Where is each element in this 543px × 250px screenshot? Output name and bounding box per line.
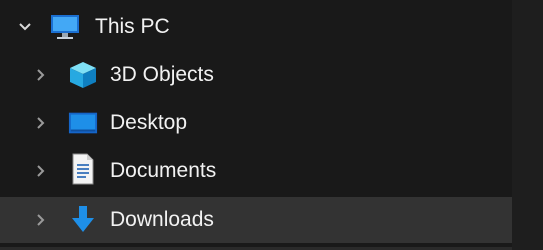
desktop-icon <box>68 108 98 138</box>
tree-item-desktop[interactable]: Desktop <box>0 100 512 146</box>
tree-item-label: Downloads <box>110 208 214 231</box>
tree-item-label: Documents <box>110 159 217 182</box>
tree-item-downloads[interactable]: Downloads <box>0 197 512 243</box>
tree-item-3d-objects[interactable]: 3D Objects <box>0 52 512 98</box>
chevron-right-icon[interactable] <box>32 162 50 180</box>
tree-item-label: Desktop <box>110 111 188 134</box>
downloads-icon <box>68 204 98 234</box>
tree-item-documents[interactable]: Documents <box>0 148 512 194</box>
chevron-right-icon[interactable] <box>32 211 50 229</box>
chevron-right-icon[interactable] <box>32 66 50 84</box>
chevron-down-icon[interactable] <box>16 18 34 36</box>
chevron-right-icon[interactable] <box>32 114 50 132</box>
tree-item-label: 3D Objects <box>110 63 214 86</box>
navigation-pane: This PC 3D Objects Desktop Documents Dow… <box>0 0 543 250</box>
tree-item-this-pc[interactable]: This PC <box>0 4 512 50</box>
3d-objects-icon <box>68 60 98 90</box>
tree-item-label: This PC <box>95 15 170 38</box>
scrollbar-track[interactable] <box>512 0 543 250</box>
this-pc-icon <box>50 12 80 42</box>
documents-icon <box>68 153 98 185</box>
